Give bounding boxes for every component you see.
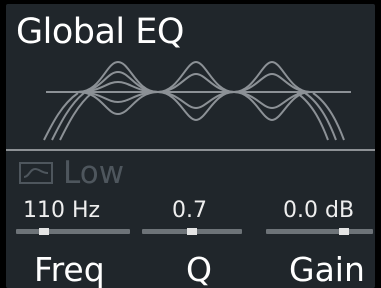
band-curve xyxy=(233,91,311,122)
q-label: Q xyxy=(186,250,212,288)
freq-slider-thumb[interactable] xyxy=(39,228,49,235)
band-label: Low xyxy=(63,155,125,191)
band-curve xyxy=(233,60,311,93)
eq-screen: Global EQ Low 110 Hz Freq 0.7 Q 0.0 dB G… xyxy=(6,4,375,288)
gain-slider-thumb[interactable] xyxy=(339,228,349,235)
band-curve xyxy=(157,91,235,122)
freq-slider[interactable] xyxy=(16,228,130,235)
divider xyxy=(6,149,375,151)
band-selector[interactable]: Low xyxy=(19,156,124,190)
freq-value: 110 Hz xyxy=(23,198,101,223)
band-curve xyxy=(77,60,159,93)
band-curve xyxy=(157,60,235,93)
gain-slider[interactable] xyxy=(266,228,373,235)
q-slider-thumb[interactable] xyxy=(187,228,197,235)
eq-curve-graph xyxy=(43,60,351,141)
gain-label: Gain xyxy=(289,250,365,288)
q-value: 0.7 xyxy=(172,198,207,223)
q-slider[interactable] xyxy=(142,228,242,235)
freq-label: Freq xyxy=(34,250,105,288)
band-curve xyxy=(157,72,235,93)
low-shelf-icon xyxy=(19,162,53,184)
band-curve xyxy=(233,72,311,93)
gain-value: 0.0 dB xyxy=(283,198,355,223)
band-curve xyxy=(77,80,159,93)
